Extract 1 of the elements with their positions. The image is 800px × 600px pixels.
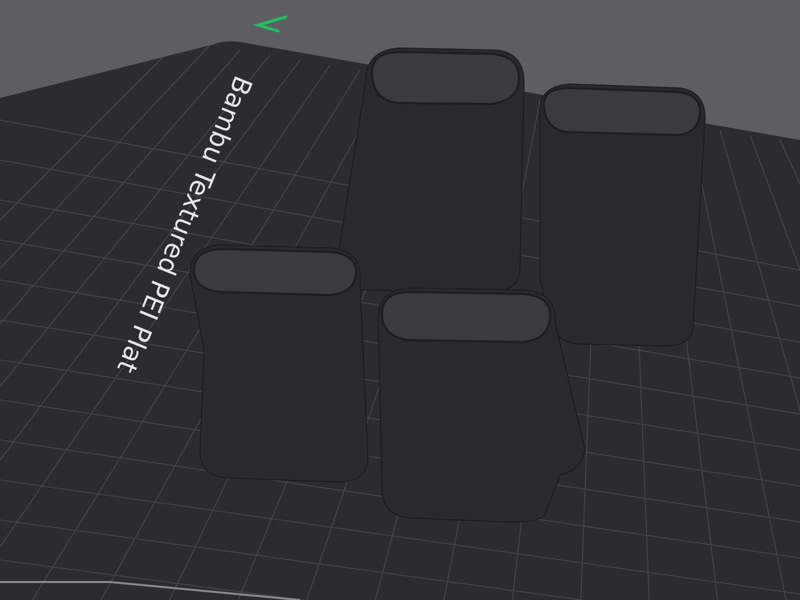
axis-marker-icon <box>252 16 288 32</box>
